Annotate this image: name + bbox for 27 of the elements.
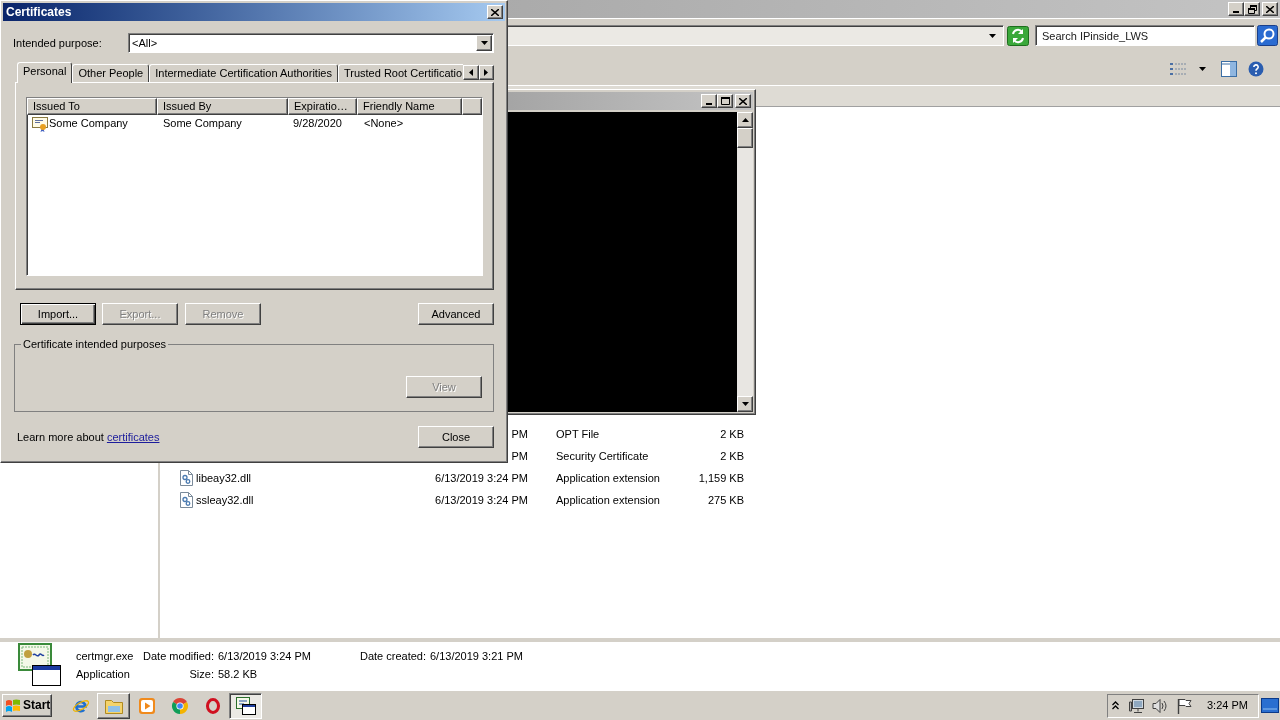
file-date: 6/13/2019 3:24 PM	[435, 493, 528, 506]
detail-label: Date created:	[359, 649, 426, 663]
detail-label: Size:	[189, 667, 214, 681]
file-size: 2 KB	[720, 427, 744, 440]
file-type: Application	[76, 667, 130, 681]
detail-label: Date modified:	[143, 649, 214, 663]
file-type: OPT File	[556, 427, 600, 440]
purpose-label: Intended purpose:	[13, 36, 102, 50]
file-type: Application extension	[556, 493, 660, 506]
table-cell: Some Company	[163, 117, 242, 130]
table-cell: <None>	[364, 117, 404, 130]
file-name: certmgr.exe	[76, 649, 134, 663]
file-size: 1,159 KB	[698, 471, 744, 484]
file-date: PM	[511, 449, 528, 462]
detail-value: 6/13/2019 3:21 PM	[430, 649, 523, 663]
table-cell: 9/28/2020	[293, 117, 342, 130]
detail-value: 58.2 KB	[218, 667, 258, 681]
window-title: Certificates	[6, 5, 72, 19]
file-size: 275 KB	[707, 493, 744, 506]
group-title: Certificate intended purposes	[22, 338, 168, 351]
detail-value: 6/13/2019 3:24 PM	[218, 649, 311, 663]
file-type: Application extension	[556, 471, 660, 484]
learn-more-text: Learn more about certificates	[17, 430, 160, 444]
file-type: Security Certificate	[556, 449, 649, 462]
file-date: PM	[511, 427, 528, 440]
file-size: 2 KB	[720, 449, 744, 462]
file-date: 6/13/2019 3:24 PM	[435, 471, 528, 484]
